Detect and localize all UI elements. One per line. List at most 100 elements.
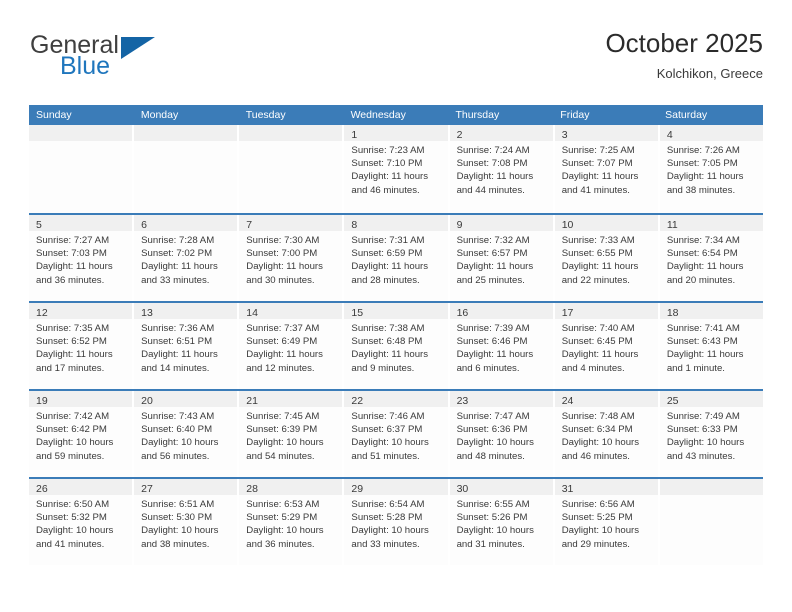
calendar-day-cell[interactable]: 21 Sunrise: 7:45 AM Sunset: 6:39 PM Dayligh… [239, 391, 345, 477]
calendar-day-cell[interactable]: 13 Sunrise: 7:36 AM Sunset: 6:51 PM Dayligh… [134, 303, 240, 389]
day-details: Sunrise: 6:54 AM Sunset: 5:28 PM Daylight:… [344, 495, 447, 551]
brand-logo[interactable]: General Blue [29, 32, 239, 90]
daylight-text: Daylight: 11 hours and 4 minutes. [561, 349, 639, 374]
calendar-day-cell[interactable]: 5 Sunrise: 7:27 AM Sunset: 7:03 PM Daylight… [29, 215, 135, 301]
day-number: 9 [456, 219, 463, 231]
daylight-text: Daylight: 10 hours and 56 minutes. [141, 437, 219, 462]
sunrise-text: Sunrise: 7:40 AM [561, 323, 635, 334]
daylight-text: Daylight: 11 hours and 41 minutes. [561, 171, 639, 196]
calendar-day-cell[interactable]: 24 Sunrise: 7:48 AM Sunset: 6:34 PM Dayligh… [554, 391, 660, 477]
daylight-text: Daylight: 11 hours and 6 minutes. [456, 349, 534, 374]
day-number: 19 [36, 395, 48, 407]
calendar-day-cell-empty [659, 479, 763, 565]
calendar-day-cell[interactable]: 12 Sunrise: 7:35 AM Sunset: 6:52 PM Dayligh… [29, 303, 135, 389]
calendar-day-cell[interactable]: 11 Sunrise: 7:34 AM Sunset: 6:54 PM Dayligh… [659, 215, 763, 301]
calendar-day-cell[interactable]: 10 Sunrise: 7:33 AM Sunset: 6:55 PM Dayligh… [554, 215, 660, 301]
day-number: 25 [666, 395, 679, 407]
day-number-strip: 25 [659, 391, 763, 407]
calendar-day-cell[interactable]: 4 Sunrise: 7:26 AM Sunset: 7:05 PM Daylight… [659, 125, 763, 213]
day-details: Sunrise: 7:48 AM Sunset: 6:34 PM Daylight:… [555, 407, 658, 463]
calendar-day-cell[interactable]: 31 Sunrise: 6:56 AM Sunset: 5:25 PM Dayligh… [554, 479, 660, 565]
day-number-strip: 23 [449, 391, 553, 407]
calendar-day-cell[interactable]: 18 Sunrise: 7:41 AM Sunset: 6:43 PM Dayligh… [659, 303, 763, 389]
daylight-text: Daylight: 11 hours and 17 minutes. [36, 349, 113, 374]
calendar-day-cell[interactable]: 25 Sunrise: 7:49 AM Sunset: 6:33 PM Dayligh… [659, 391, 763, 477]
sunset-text: Sunset: 6:55 PM [561, 248, 633, 260]
day-details: Sunrise: 6:55 AM Sunset: 5:26 PM Daylight:… [450, 495, 553, 551]
calendar-day-cell[interactable]: 3 Sunrise: 7:25 AM Sunset: 7:07 PM Daylight… [554, 125, 660, 213]
calendar-day-cell[interactable]: 20 Sunrise: 7:43 AM Sunset: 6:40 PM Dayligh… [134, 391, 240, 477]
calendar-day-cell[interactable]: 1 Sunrise: 7:23 AM Sunset: 7:10 PM Daylight… [344, 125, 450, 213]
sunset-text: Sunset: 7:03 PM [36, 248, 107, 260]
day-details: Sunrise: 7:32 AM Sunset: 6:57 PM Daylight:… [450, 231, 553, 287]
calendar-day-cell[interactable]: 23 Sunrise: 7:47 AM Sunset: 6:36 PM Dayligh… [449, 391, 555, 477]
calendar-day-cell[interactable]: 30 Sunrise: 6:55 AM Sunset: 5:26 PM Dayligh… [449, 479, 555, 565]
day-details: Sunrise: 7:23 AM Sunset: 7:10 PM Daylight:… [344, 141, 447, 197]
sunrise-text: Sunrise: 7:47 AM [456, 411, 530, 422]
daylight-text: Daylight: 10 hours and 31 minutes. [456, 525, 534, 550]
sunset-text: Sunset: 6:34 PM [561, 424, 633, 436]
sunset-text: Sunset: 6:51 PM [141, 336, 213, 348]
calendar-day-cell[interactable]: 7 Sunrise: 7:30 AM Sunset: 7:00 PM Daylight… [239, 215, 345, 301]
day-details: Sunrise: 7:24 AM Sunset: 7:08 PM Daylight:… [450, 141, 553, 197]
sunrise-text: Sunrise: 7:28 AM [141, 235, 215, 246]
day-details: Sunrise: 7:31 AM Sunset: 6:59 PM Daylight:… [344, 231, 447, 287]
calendar-day-cell[interactable]: 17 Sunrise: 7:40 AM Sunset: 6:45 PM Dayligh… [554, 303, 660, 389]
calendar-day-cell-empty [134, 125, 240, 213]
day-details: Sunrise: 7:27 AM Sunset: 7:03 PM Daylight:… [29, 231, 132, 287]
day-details: Sunrise: 7:25 AM Sunset: 7:07 PM Daylight:… [555, 141, 658, 197]
day-details: Sunrise: 7:40 AM Sunset: 6:45 PM Daylight:… [555, 319, 658, 375]
weekday-header-tuesday: Tuesday [245, 109, 286, 121]
calendar-day-cell[interactable]: 19 Sunrise: 7:42 AM Sunset: 6:42 PM Dayligh… [29, 391, 135, 477]
day-number-strip: 2 [449, 125, 553, 141]
day-number-strip: 4 [659, 125, 763, 141]
day-details: Sunrise: 7:36 AM Sunset: 6:51 PM Daylight:… [134, 319, 237, 375]
calendar-day-cell[interactable]: 26 Sunrise: 6:50 AM Sunset: 5:32 PM Dayligh… [29, 479, 135, 565]
sunset-text: Sunset: 6:37 PM [351, 424, 423, 436]
day-number-strip: 12 [29, 303, 133, 319]
daylight-text: Daylight: 11 hours and 38 minutes. [666, 171, 744, 196]
sunrise-text: Sunrise: 7:37 AM [246, 323, 320, 334]
day-number-strip: 16 [449, 303, 553, 319]
day-number-strip: 14 [239, 303, 343, 319]
day-number: 20 [141, 395, 153, 407]
day-number: 17 [561, 307, 574, 319]
weekday-header-sunday: Sunday [36, 109, 72, 121]
calendar-day-cell[interactable]: 8 Sunrise: 7:31 AM Sunset: 6:59 PM Daylight… [344, 215, 450, 301]
day-number-strip: 24 [554, 391, 658, 407]
daylight-text: Daylight: 11 hours and 46 minutes. [351, 171, 429, 196]
calendar-week-row: 26 Sunrise: 6:50 AM Sunset: 5:32 PM Dayligh… [29, 477, 763, 565]
day-number: 23 [456, 395, 469, 407]
sunrise-text: Sunrise: 7:45 AM [246, 411, 320, 422]
calendar-day-cell[interactable]: 9 Sunrise: 7:32 AM Sunset: 6:57 PM Daylight… [449, 215, 555, 301]
sunset-text: Sunset: 5:30 PM [141, 512, 213, 524]
sunset-text: Sunset: 7:05 PM [666, 158, 738, 170]
day-number: 3 [561, 129, 568, 141]
day-number-strip [239, 125, 343, 141]
calendar-day-cell[interactable]: 6 Sunrise: 7:28 AM Sunset: 7:02 PM Daylight… [134, 215, 240, 301]
calendar-day-cell[interactable]: 15 Sunrise: 7:38 AM Sunset: 6:48 PM Dayligh… [344, 303, 450, 389]
daylight-text: Daylight: 10 hours and 51 minutes. [351, 437, 429, 462]
calendar-day-cell[interactable]: 14 Sunrise: 7:37 AM Sunset: 6:49 PM Dayligh… [239, 303, 345, 389]
sunrise-text: Sunrise: 7:33 AM [561, 235, 635, 246]
daylight-text: Daylight: 10 hours and 33 minutes. [351, 525, 429, 550]
sunset-text: Sunset: 7:02 PM [141, 248, 213, 260]
calendar-page: General Blue October 2025 Kolchikon, Gre… [0, 0, 792, 612]
day-number: 14 [246, 307, 258, 319]
calendar-day-cell[interactable]: 28 Sunrise: 6:53 AM Sunset: 5:29 PM Dayligh… [239, 479, 345, 565]
sunset-text: Sunset: 6:54 PM [666, 248, 738, 260]
sunrise-text: Sunrise: 7:30 AM [246, 235, 320, 246]
day-details: Sunrise: 7:35 AM Sunset: 6:52 PM Daylight:… [29, 319, 132, 375]
day-number: 21 [246, 395, 258, 407]
sunrise-text: Sunrise: 7:49 AM [666, 411, 740, 422]
page-header: General Blue October 2025 Kolchikon, Gre… [29, 26, 763, 96]
day-number-strip: 3 [554, 125, 658, 141]
calendar-day-cell[interactable]: 22 Sunrise: 7:46 AM Sunset: 6:37 PM Dayligh… [344, 391, 450, 477]
calendar-day-cell[interactable]: 27 Sunrise: 6:51 AM Sunset: 5:30 PM Dayligh… [134, 479, 240, 565]
calendar-day-cell[interactable]: 29 Sunrise: 6:54 AM Sunset: 5:28 PM Dayligh… [344, 479, 450, 565]
daylight-text: Daylight: 11 hours and 20 minutes. [666, 261, 744, 286]
calendar-day-cell[interactable]: 16 Sunrise: 7:39 AM Sunset: 6:46 PM Dayligh… [449, 303, 555, 389]
sunset-text: Sunset: 6:36 PM [456, 424, 528, 436]
day-number-strip: 27 [134, 479, 238, 495]
calendar-day-cell[interactable]: 2 Sunrise: 7:24 AM Sunset: 7:08 PM Daylight… [449, 125, 555, 213]
